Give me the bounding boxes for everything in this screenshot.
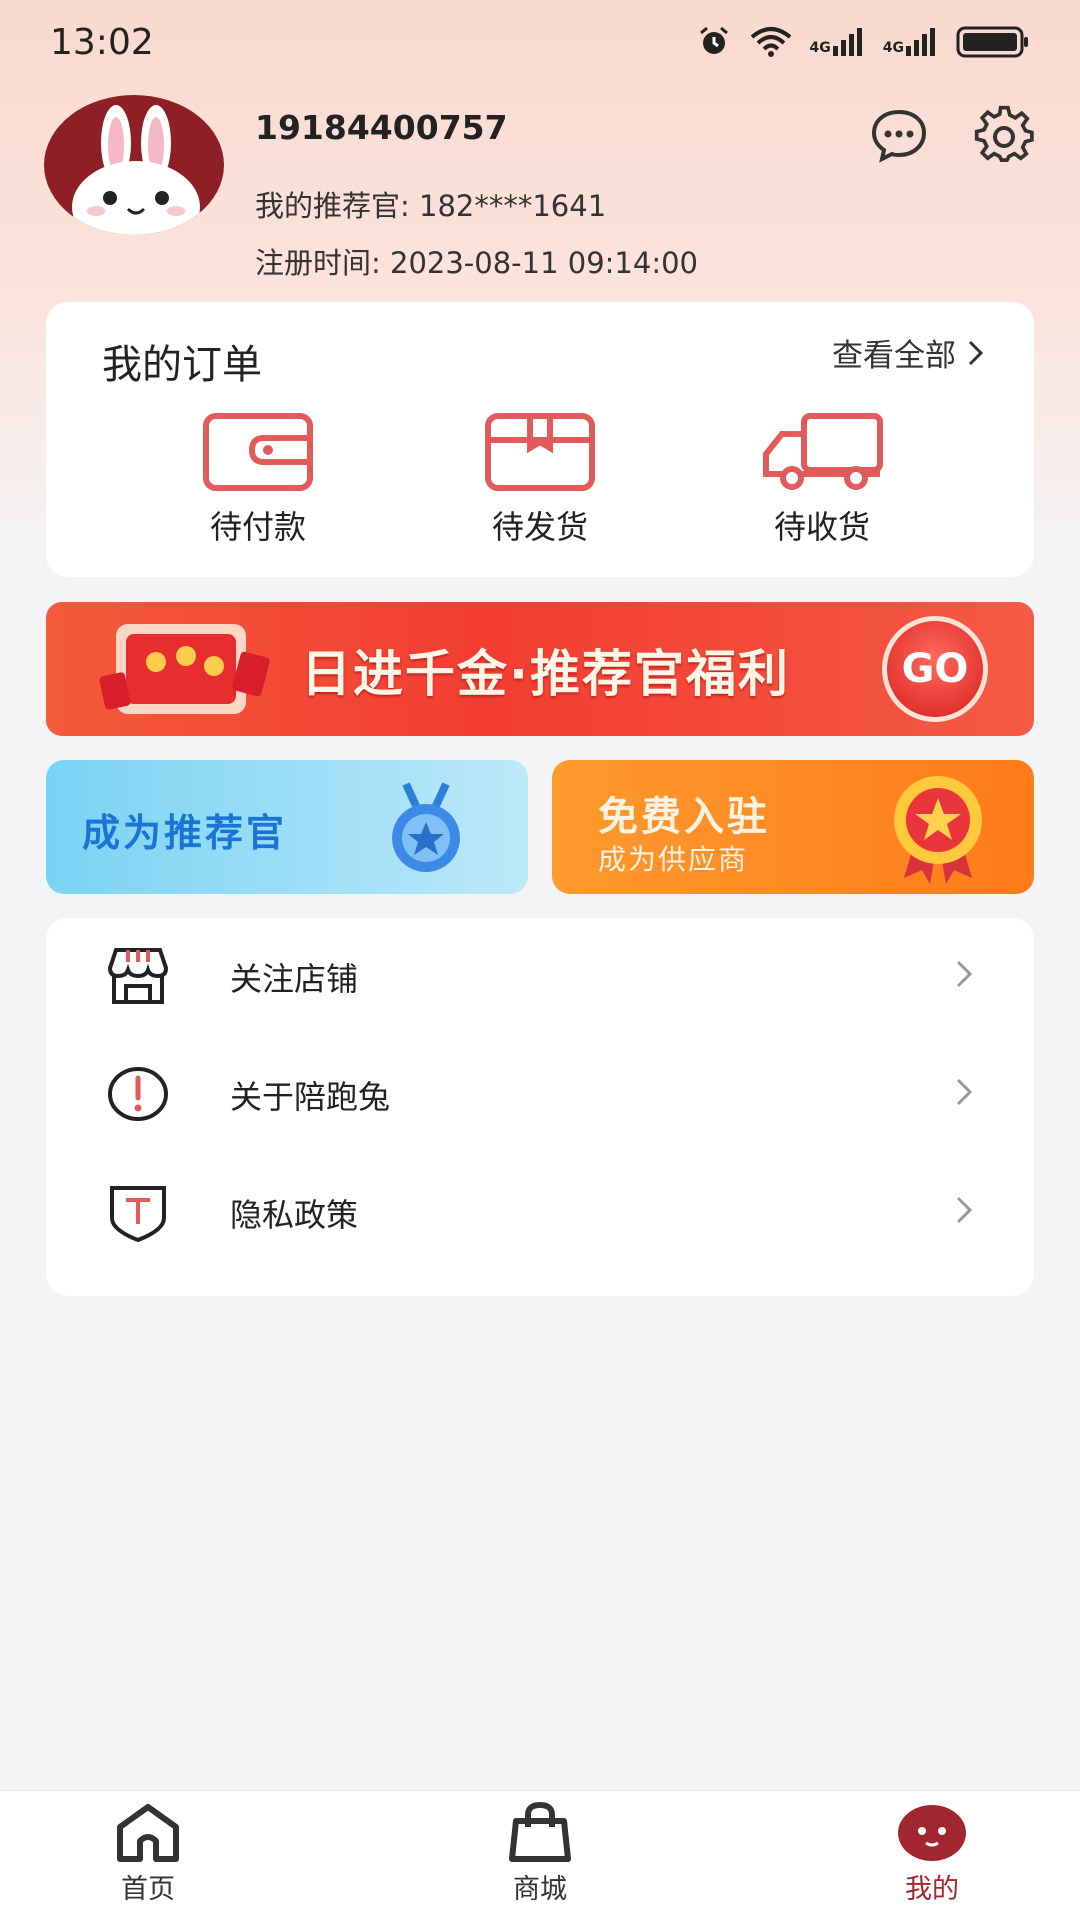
go-button[interactable]: GO [882,616,988,722]
tab-home[interactable]: 首页 [68,1801,228,1906]
become-supplier-tile[interactable]: 免费入驻 成为供应商 [552,760,1034,894]
status-bar: 13:02 4G 4G [0,0,1080,90]
order-pending-shipment-label: 待发货 [491,508,588,546]
status-time: 13:02 [50,22,154,63]
award-badge-icon [894,776,982,884]
bag-icon [509,1801,571,1862]
info-icon [108,1067,168,1121]
package-icon [485,413,595,491]
truck-icon [763,413,883,490]
gear-icon[interactable] [973,104,1035,166]
menu-card: 关注店铺 关于陪跑兔 隐私政策 [46,918,1034,1296]
signal-icon: 4G [810,28,865,56]
store-icon [107,948,169,1004]
menu-item-about[interactable]: 关于陪跑兔 [46,1036,1034,1154]
supplier-title: 免费入驻 [598,794,770,840]
status-icons: 4G 4G [696,24,1030,60]
order-pending-shipment[interactable]: 待发货 [460,412,620,548]
menu-item-privacy-policy-label: 隐私政策 [230,1196,359,1234]
order-pending-payment-label: 待付款 [209,508,306,546]
menu-item-followed-stores[interactable]: 关注店铺 [46,918,1034,1036]
menu-item-privacy-policy[interactable]: 隐私政策 [46,1154,1034,1272]
wifi-icon [750,27,791,57]
orders-title: 我的订单 [102,342,262,388]
order-pending-receipt[interactable]: 待收货 [742,412,902,548]
tab-mine[interactable]: 我的 [852,1801,1012,1906]
view-all-label: 查看全部 [832,338,956,374]
tab-mall[interactable]: 商城 [460,1801,620,1906]
tab-home-label: 首页 [121,1874,175,1905]
red-envelope-gift-icon [99,624,270,714]
supplier-subtitle: 成为供应商 [598,843,749,876]
alarm-icon [699,26,728,54]
rabbit-avatar-icon [72,105,200,235]
order-pending-receipt-label: 待收货 [773,508,870,546]
message-icon[interactable] [868,104,930,166]
battery-icon [956,26,1028,58]
network-label: 4G [809,40,831,56]
menu-item-about-label: 关于陪跑兔 [230,1078,391,1116]
become-referrer-tile[interactable]: 成为推荐官 [46,760,528,894]
profile-icon [898,1805,966,1861]
become-referrer-label: 成为推荐官 [82,811,288,855]
home-icon [117,1804,179,1862]
chevron-right-icon [956,960,973,988]
medal-icon [392,782,460,872]
menu-item-followed-stores-label: 关注店铺 [230,960,359,998]
order-pending-payment[interactable]: 待付款 [178,412,338,548]
chevron-right-icon [956,1196,973,1224]
shield-icon [110,1186,166,1242]
tab-mall-label: 商城 [513,1874,567,1905]
bottom-tab-bar: 首页 商城 我的 [0,1790,1080,1921]
promo-banner-text: 日进千金·推荐官福利 [301,645,790,703]
signal-icon: 4G [883,28,938,56]
referrer-info: 我的推荐官: 182****1641 [255,189,607,223]
orders-view-all-link[interactable]: 查看全部 [832,330,986,375]
wallet-icon [203,413,313,491]
chevron-right-icon [956,1078,973,1106]
user-phone: 19184400757 [255,108,508,147]
tab-mine-label: 我的 [905,1874,959,1905]
registration-time: 注册时间: 2023-08-11 09:14:00 [255,246,698,280]
chevron-right-icon [968,340,984,365]
avatar[interactable] [44,95,224,235]
network-label: 4G [882,40,904,56]
referrer-welfare-banner[interactable]: 日进千金·推荐官福利 GO [46,602,1034,736]
orders-card: 我的订单 查看全部 待付款 待发货 待收货 [46,302,1034,577]
